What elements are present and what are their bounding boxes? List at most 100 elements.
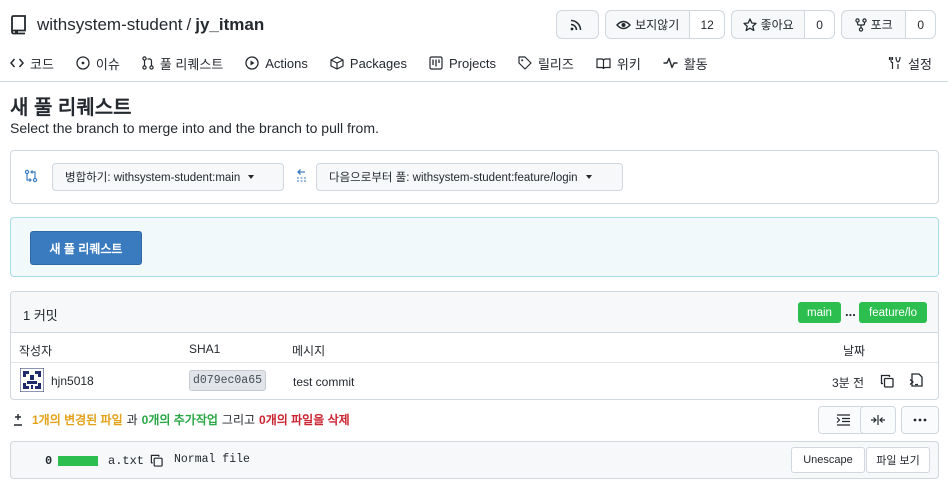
tab-settings-label: 설정	[908, 56, 932, 72]
summary-and-2: 그리고	[221, 413, 256, 427]
view-file-button[interactable]: 파일 보기	[866, 447, 930, 473]
package-icon	[330, 56, 344, 70]
commit-sha-button[interactable]: d079ec0a65	[189, 370, 266, 391]
commits-header: 1 커밋 main ... feature/lo	[11, 292, 938, 333]
commits-columns: 작성자 SHA1 메시지 날짜	[11, 334, 938, 363]
split-view-button[interactable]	[860, 406, 896, 434]
tab-activity[interactable]: 활동	[663, 54, 708, 73]
more-options-button[interactable]	[901, 406, 939, 434]
file-name-link[interactable]: a.txt	[108, 454, 144, 468]
watch-label: 보지않기	[635, 18, 680, 32]
compare-icon	[24, 169, 38, 183]
commit-author[interactable]: hjn5018	[51, 374, 94, 388]
commits-box: 1 커밋 main ... feature/lo 작성자 SHA1 메시지 날짜…	[10, 291, 939, 400]
col-sha: SHA1	[189, 342, 221, 356]
head-branch-select[interactable]: 다음으로부터 풀: withsystem-student:feature/log…	[316, 163, 623, 191]
star-button[interactable]: 좋아요 0	[731, 10, 835, 39]
file-header: 0 a.txt Normal file Unescape 파일 보기	[10, 441, 939, 479]
tab-activity-label: 활동	[683, 56, 708, 72]
watch-count[interactable]: 12	[701, 18, 714, 32]
col-date: 날짜	[843, 344, 866, 358]
rss-button[interactable]	[556, 10, 599, 39]
fork-count[interactable]: 0	[917, 18, 924, 32]
tab-releases-label: 릴리즈	[537, 56, 574, 72]
fork-label: 포크	[870, 18, 893, 32]
diffstat-bar	[58, 456, 98, 466]
branch-ellipsis: ...	[845, 304, 856, 319]
repo-icon	[11, 15, 26, 35]
star-label: 좋아요	[760, 18, 794, 32]
pull-request-icon	[142, 56, 154, 70]
repo-title: withsystem-student / jy_itman	[10, 13, 264, 37]
book-icon	[596, 57, 611, 69]
repo-separator: /	[186, 15, 192, 34]
tag-icon	[518, 56, 532, 70]
tab-actions-label: Actions	[265, 55, 308, 71]
commit-count: 1 커밋	[23, 308, 58, 323]
indent-icon	[836, 414, 850, 426]
code-icon	[10, 58, 24, 68]
tools-icon	[888, 56, 901, 69]
deletions-count: 0개의 파일을 삭제	[259, 413, 350, 427]
star-count[interactable]: 0	[816, 18, 823, 32]
tab-packages[interactable]: Packages	[330, 56, 407, 71]
repo-header: withsystem-student / jy_itman 보지않기 12 좋아…	[0, 0, 948, 82]
base-branch-label: 병합하기: withsystem-student:main	[65, 172, 241, 184]
issue-icon	[76, 56, 90, 70]
tab-code-label: 코드	[30, 56, 54, 72]
tab-wiki-label: 위키	[616, 56, 641, 72]
summary-and-1: 과	[126, 413, 138, 427]
eye-icon	[616, 20, 632, 29]
repo-nav-tabs: 코드 이슈 풀 리퀘스트 Actions Packages Projects 릴…	[10, 50, 730, 76]
pulse-icon	[663, 57, 678, 69]
project-icon	[429, 56, 443, 70]
commit-message[interactable]: test commit	[293, 375, 354, 389]
fork-button[interactable]: 포크 0	[841, 10, 936, 39]
play-icon	[245, 56, 259, 70]
plus-minus-icon	[14, 413, 22, 426]
changed-files-count[interactable]: 1개의 변경된 파일	[32, 411, 123, 428]
file-status: Normal file	[174, 453, 250, 466]
head-branch-pill[interactable]: feature/lo	[859, 302, 927, 323]
copy-icon[interactable]	[880, 374, 894, 388]
base-branch-select[interactable]: 병합하기: withsystem-student:main	[52, 163, 284, 191]
browse-files-icon[interactable]	[909, 373, 924, 388]
tab-settings[interactable]: 설정	[888, 50, 932, 76]
tab-pull-requests-label: 풀 리퀘스트	[159, 56, 224, 72]
page-subtitle: Select the branch to merge into and the …	[10, 120, 379, 136]
diff-summary: 1개의 변경된 파일 과 0개의 추가작업 그리고 0개의 파일을 삭제	[12, 411, 350, 428]
create-pr-box: 새 풀 리퀘스트	[10, 217, 939, 277]
create-pull-request-button[interactable]: 새 풀 리퀘스트	[30, 231, 142, 265]
chevron-down-icon	[585, 175, 592, 179]
kebab-horizontal-icon	[913, 418, 927, 422]
tab-actions[interactable]: Actions	[245, 56, 308, 71]
tab-code[interactable]: 코드	[10, 54, 54, 73]
tab-projects-label: Projects	[449, 55, 496, 71]
col-message: 메시지	[292, 344, 326, 358]
watch-button[interactable]: 보지않기 12	[605, 10, 725, 39]
tab-projects[interactable]: Projects	[429, 56, 496, 71]
fork-icon	[854, 17, 867, 32]
avatar	[20, 368, 44, 392]
table-row: hjn5018 d079ec0a65 test commit 3분 전	[11, 364, 938, 399]
tab-wiki[interactable]: 위키	[596, 54, 641, 73]
additions-count: 0개의 추가작업	[141, 413, 218, 427]
head-branch-label: 다음으로부터 풀: withsystem-student:feature/log…	[329, 172, 578, 184]
col-author: 작성자	[19, 344, 53, 358]
tab-packages-label: Packages	[349, 55, 407, 71]
star-icon	[742, 17, 757, 31]
branch-compare-box: 병합하기: withsystem-student:main 다음으로부터 풀: …	[10, 150, 939, 204]
page-title: 새 풀 리퀘스트	[10, 97, 132, 119]
unescape-button[interactable]: Unescape	[791, 447, 865, 473]
chevron-down-icon	[248, 175, 255, 179]
copy-icon[interactable]	[150, 454, 163, 467]
base-branch-pill[interactable]: main	[798, 302, 841, 323]
tab-issues-label: 이슈	[95, 56, 120, 72]
tab-issues[interactable]: 이슈	[76, 54, 120, 73]
commit-date: 3분 전	[832, 376, 865, 390]
split-view-icon	[871, 415, 885, 425]
repo-owner-link[interactable]: withsystem-student	[37, 15, 183, 35]
tab-pull-requests[interactable]: 풀 리퀘스트	[142, 54, 223, 73]
tab-releases[interactable]: 릴리즈	[518, 54, 574, 73]
repo-name-link[interactable]: jy_itman	[195, 15, 264, 35]
